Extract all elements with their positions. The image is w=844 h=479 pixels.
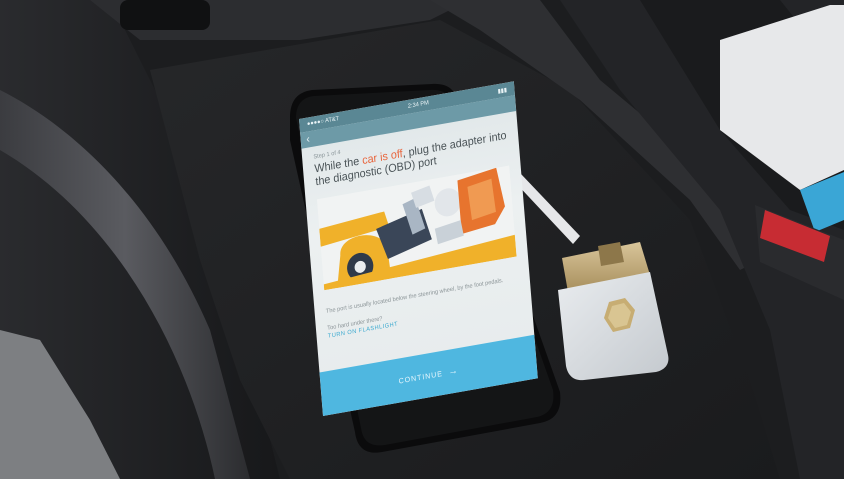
battery-text: ▮▮▮	[497, 87, 508, 95]
phone-screen: ●●●●○ AT&T 2:34 PM ▮▮▮ ‹ Step 1 of 4 Whi…	[299, 81, 538, 416]
back-icon[interactable]: ‹	[306, 133, 310, 145]
content: Step 1 of 4 While the car is off, plug t…	[301, 111, 531, 342]
continue-label: CONTINUE	[398, 368, 444, 386]
obd-port-illustration	[316, 165, 517, 291]
arrow-right-icon: →	[447, 364, 460, 378]
time-text: 2:34 PM	[407, 100, 430, 110]
